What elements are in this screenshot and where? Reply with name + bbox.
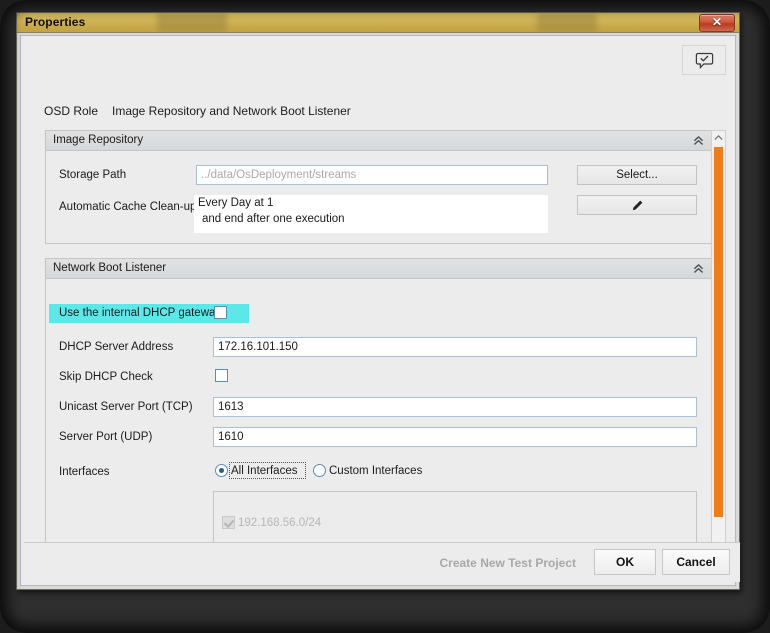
unicast-server-port-label: Unicast Server Port (TCP) (59, 401, 193, 413)
group-header-network-boot-listener: Network Boot Listener (46, 259, 711, 279)
osd-role-value: Image Repository and Network Boot Listen… (112, 104, 351, 118)
cache-cleanup-schedule-display: Every Day at 1 and end after one executi… (194, 195, 548, 233)
storage-path-input[interactable] (196, 165, 548, 185)
role-row: OSD Role Image Repository and Network Bo… (21, 104, 735, 124)
feedback-bubble-check-icon (695, 52, 713, 69)
skip-dhcp-check-label: Skip DHCP Check (59, 371, 153, 383)
group-body-image-repository: Storage Path Select... Automatic Cache C… (46, 151, 711, 244)
group-title-image-repository: Image Repository (53, 134, 144, 146)
collapse-image-repository-button[interactable] (687, 132, 709, 148)
create-new-test-project-button: Create New Test Project (439, 556, 577, 570)
skip-dhcp-check-checkbox[interactable] (215, 369, 228, 382)
vertical-scrollbar[interactable] (711, 130, 726, 568)
cancel-button[interactable]: Cancel (662, 549, 730, 575)
pencil-icon (632, 200, 642, 210)
radio-custom-interfaces-label: Custom Interfaces (329, 465, 423, 477)
internal-dhcp-gateway-checkbox[interactable] (214, 306, 227, 319)
radio-all-interfaces[interactable] (215, 464, 228, 477)
group-network-boot-listener: Network Boot Listener Use the internal D… (45, 258, 712, 568)
window-titlebar: Properties ✕ (17, 13, 739, 33)
titlebar-artifact (537, 13, 597, 32)
interfaces-label: Interfaces (59, 466, 110, 478)
ok-button[interactable]: OK (594, 549, 656, 575)
chevron-double-up-icon (693, 263, 703, 273)
storage-path-select-button[interactable]: Select... (577, 165, 697, 185)
radio-custom-interfaces[interactable] (313, 464, 326, 477)
group-body-network-boot-listener: Use the internal DHCP gateway DHCP Serve… (46, 279, 711, 568)
cache-cleanup-line-1: Every Day at 1 (198, 197, 274, 209)
screenshot-frame: Properties ✕ OSD Role Image Repository a… (0, 0, 770, 633)
properties-window: Properties ✕ OSD Role Image Repository a… (16, 12, 740, 590)
server-port-udp-input[interactable] (213, 427, 697, 447)
window-title: Properties (25, 15, 86, 29)
close-icon: ✕ (711, 15, 723, 29)
collapse-network-boot-listener-button[interactable] (687, 260, 709, 276)
settings-scroll-viewport: Image Repository Storage Path ../data/Os… (31, 130, 712, 568)
interface-label-1: 192.168.56.0/24 (238, 517, 322, 529)
window-client-area: OSD Role Image Repository and Network Bo… (20, 35, 740, 586)
chevron-double-up-icon (693, 135, 703, 145)
cache-cleanup-label: Automatic Cache Clean-up (59, 201, 197, 213)
interface-checkbox-1 (222, 516, 235, 529)
chevron-up-icon (714, 135, 723, 140)
close-button[interactable]: ✕ (699, 14, 735, 32)
cache-cleanup-line-2: and end after one execution (202, 213, 345, 225)
storage-path-label: Storage Path (59, 169, 127, 181)
titlebar-artifact (157, 13, 227, 32)
server-port-udp-label: Server Port (UDP) (59, 431, 153, 443)
cache-cleanup-edit-button[interactable] (577, 195, 697, 215)
internal-dhcp-gateway-label: Use the internal DHCP gateway (59, 307, 222, 319)
settings-scroll-content: Image Repository Storage Path ../data/Os… (31, 130, 712, 568)
scrollbar-thumb[interactable] (714, 147, 723, 517)
scrollbar-up-button[interactable] (712, 131, 725, 144)
unicast-server-port-input[interactable] (213, 397, 697, 417)
all-interfaces-focus-ring (229, 462, 306, 479)
dhcp-server-address-input[interactable] (213, 337, 697, 357)
group-header-image-repository: Image Repository (46, 131, 711, 151)
feedback-button[interactable] (682, 45, 726, 75)
group-title-network-boot-listener: Network Boot Listener (53, 262, 167, 274)
dhcp-server-address-label: DHCP Server Address (59, 341, 174, 353)
group-image-repository: Image Repository Storage Path ../data/Os… (45, 130, 712, 244)
dialog-footer: Create New Test Project OK Cancel (24, 542, 740, 582)
osd-role-label: OSD Role (44, 104, 99, 118)
